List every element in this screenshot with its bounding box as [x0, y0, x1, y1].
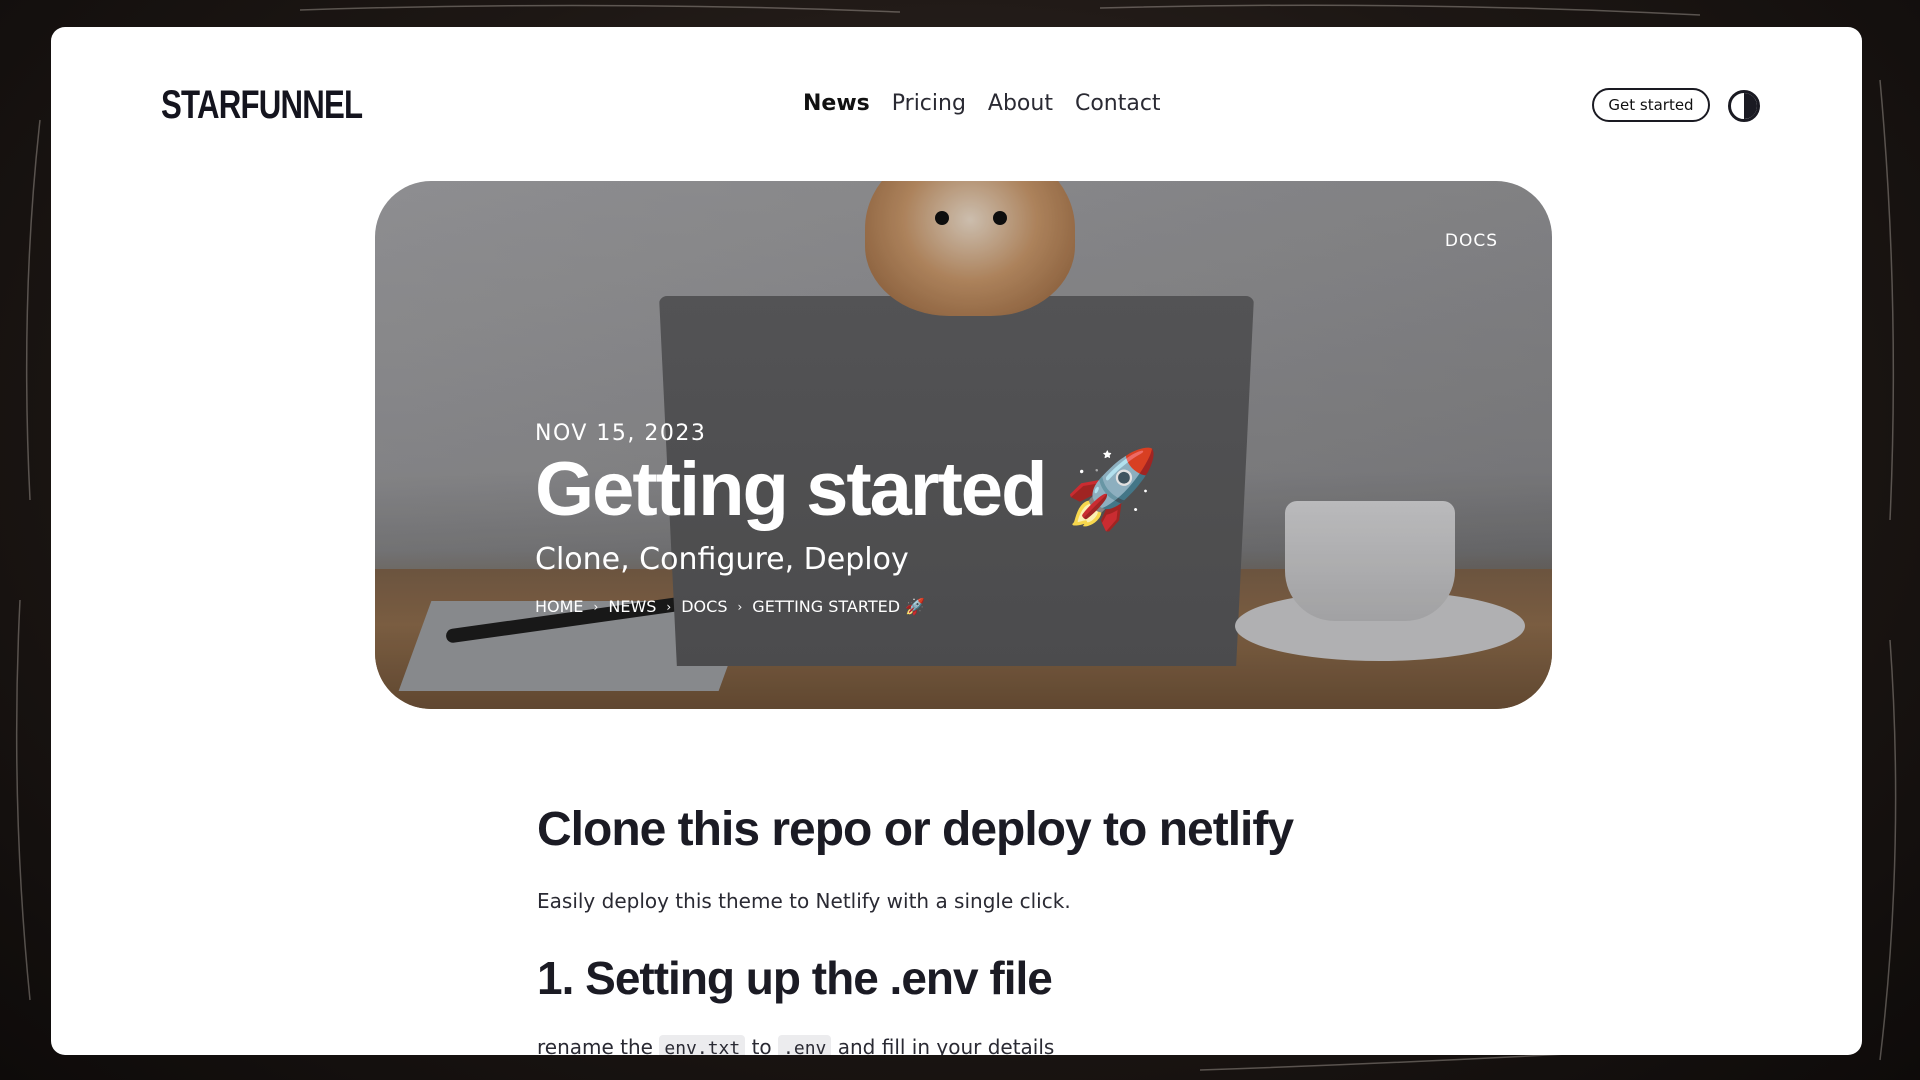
section-heading: Clone this repo or deploy to netlify — [537, 803, 1294, 856]
category-tag[interactable]: DOCS — [1445, 231, 1498, 251]
nav-pricing[interactable]: Pricing — [892, 91, 966, 116]
page-card: STARFUNNEL News Pricing About Contact Ge… — [51, 27, 1862, 1055]
text-segment: rename the — [537, 1035, 653, 1055]
subsection-heading: 1. Setting up the .env file — [537, 952, 1053, 1004]
post-date: NOV 15, 2023 — [535, 421, 707, 446]
breadcrumb-separator-icon: › — [593, 599, 599, 614]
post-title: Getting started 🚀 — [535, 447, 1159, 532]
text-segment: and fill in your details — [837, 1035, 1055, 1055]
breadcrumb: HOME › NEWS › DOCS › GETTING STARTED 🚀 — [535, 597, 1157, 616]
breadcrumb-separator-icon: › — [737, 599, 743, 614]
get-started-button[interactable]: Get started — [1592, 88, 1710, 122]
post-subtitle: Clone, Configure, Deploy — [535, 542, 909, 577]
hero-text: NOV 15, 2023 Getting started 🚀 Clone, Co… — [535, 421, 1159, 616]
breadcrumb-separator-icon: › — [666, 599, 672, 614]
contrast-icon[interactable] — [1728, 90, 1760, 122]
inline-code: .env — [778, 1035, 832, 1055]
breadcrumb-home[interactable]: HOME — [535, 597, 584, 616]
nav-contact[interactable]: Contact — [1075, 91, 1161, 116]
breadcrumb-current: GETTING STARTED 🚀 — [752, 597, 926, 616]
paragraph-env: rename the env.txt to .env and fill in y… — [537, 1035, 1437, 1055]
nav-about[interactable]: About — [988, 91, 1053, 116]
hero-banner: DOCS NOV 15, 2023 Getting started 🚀 Clon… — [375, 181, 1552, 709]
article-body: Clone this repo or deploy to netlify Eas… — [537, 802, 1437, 1055]
nav-news[interactable]: News — [803, 91, 870, 116]
text-segment: to — [751, 1035, 772, 1055]
site-logo[interactable]: STARFUNNEL — [161, 83, 363, 128]
inline-code: env.txt — [659, 1035, 746, 1055]
breadcrumb-news[interactable]: NEWS — [608, 597, 656, 616]
breadcrumb-docs[interactable]: DOCS — [681, 597, 727, 616]
main-nav: News Pricing About Contact — [803, 91, 1161, 116]
paragraph: Easily deploy this theme to Netlify with… — [537, 889, 1071, 913]
